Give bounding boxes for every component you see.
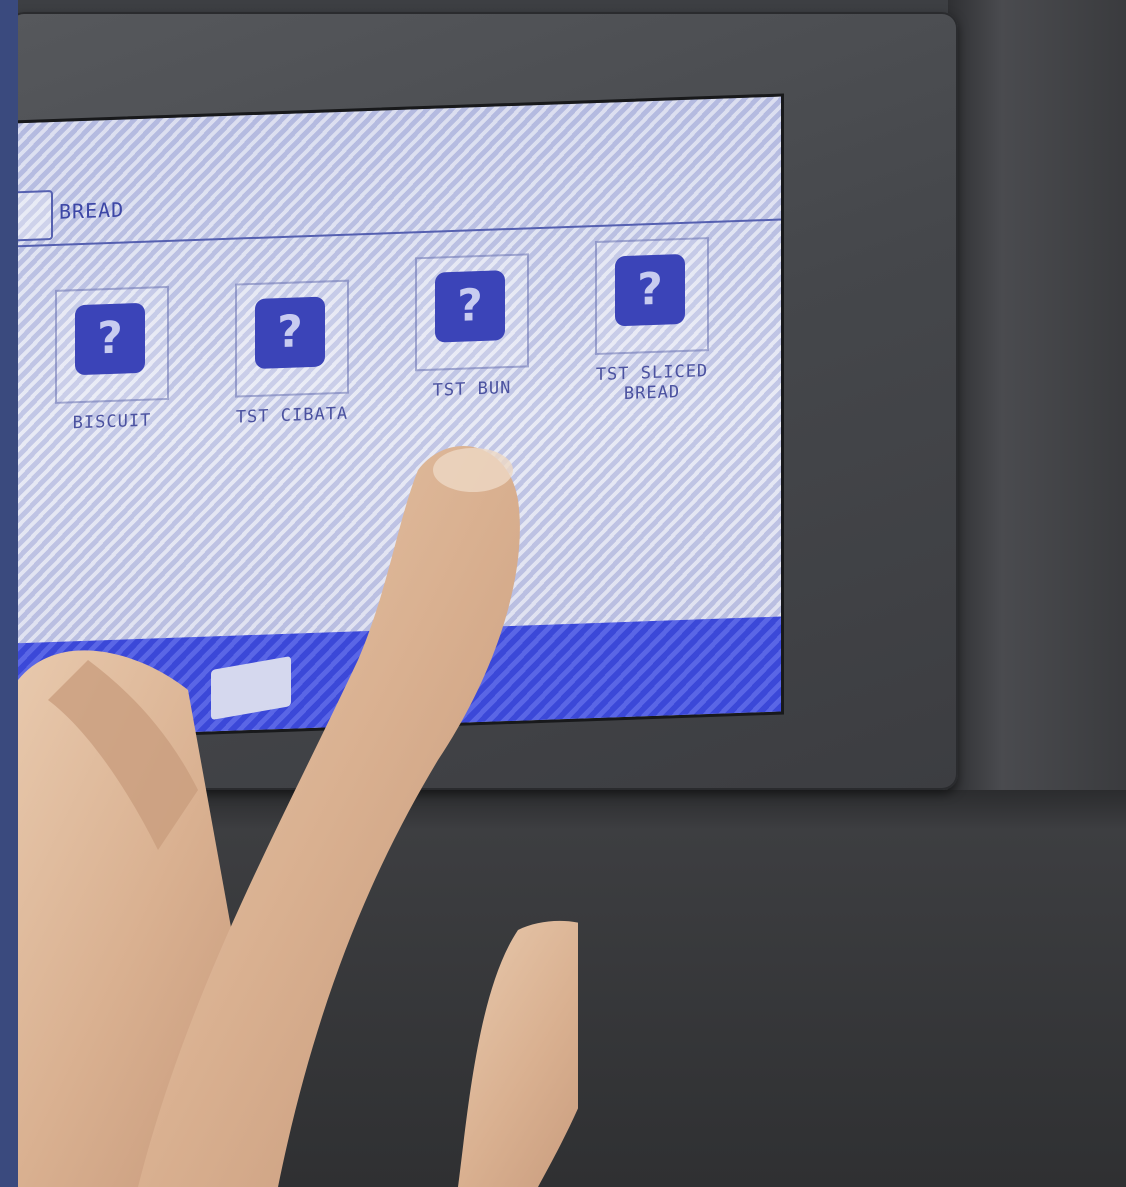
touch-screen: BREAD ? BISCUIT ? TST CIBATA ? TST BUN ?… <box>18 93 784 742</box>
question-item-icon: ? <box>75 302 145 376</box>
tile-tst-cibata[interactable]: ? TST CIBATA <box>207 261 377 457</box>
appliance-side-panel <box>948 0 1126 790</box>
back-icon[interactable] <box>211 656 291 721</box>
question-item-icon: ? <box>255 296 325 369</box>
footer-bar <box>18 616 781 739</box>
tile-label: TST SLICED BREAD <box>595 361 709 405</box>
question-item-icon: ? <box>615 253 685 327</box>
question-item-icon: ? <box>435 270 505 343</box>
screen-bezel: BREAD ? BISCUIT ? TST CIBATA ? TST BUN ?… <box>18 12 958 790</box>
product-tiles: ? BISCUIT ? TST CIBATA ? TST BUN ? TST S… <box>27 237 767 473</box>
tile-tst-sliced-bread[interactable]: ? TST SLICED BREAD <box>567 218 737 414</box>
tile-label: BISCUIT <box>72 410 152 434</box>
tile-frame: ? <box>595 237 709 356</box>
tile-tst-bun[interactable]: ? TST BUN <box>387 234 557 430</box>
appliance-lower-panel <box>18 790 1126 1187</box>
tile-biscuit[interactable]: ? BISCUIT <box>27 267 197 463</box>
tile-frame: ? <box>415 253 529 372</box>
tile-label: TST BUN <box>432 377 512 401</box>
tile-label: TST CIBATA <box>235 403 349 428</box>
category-title: BREAD <box>59 197 125 224</box>
tile-frame: ? <box>55 285 169 404</box>
tile-frame: ? <box>235 279 349 398</box>
bread-icon <box>18 189 53 242</box>
photo: BREAD ? BISCUIT ? TST CIBATA ? TST BUN ?… <box>18 0 1126 1187</box>
